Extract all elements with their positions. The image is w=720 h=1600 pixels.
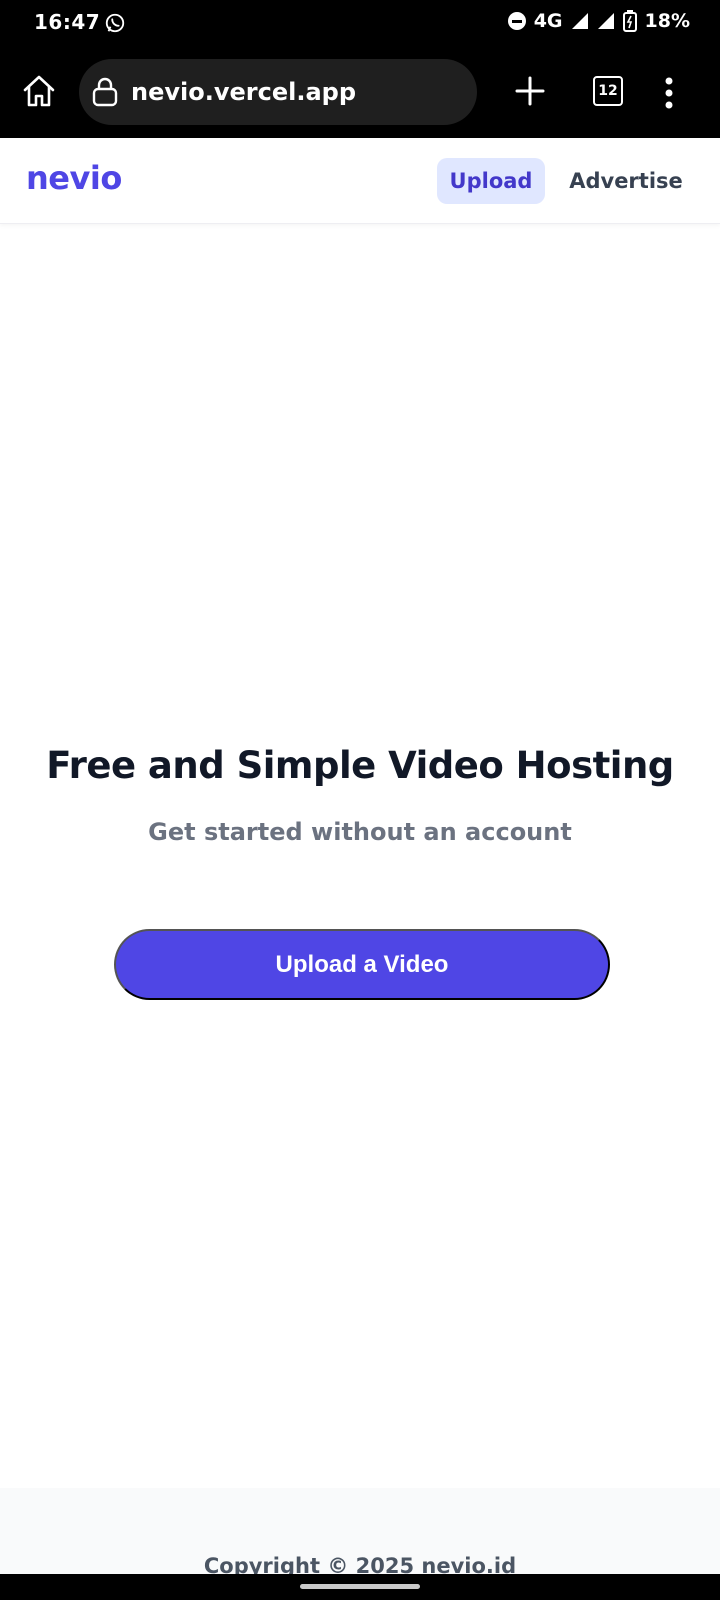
- tabs-icon[interactable]: 12: [593, 76, 623, 106]
- hero-subtitle: Get started without an account: [148, 818, 572, 846]
- plus-icon[interactable]: [512, 73, 548, 109]
- hero-title: Free and Simple Video Hosting: [46, 744, 674, 787]
- whatsapp-icon: [105, 13, 125, 33]
- network-type: 4G: [533, 10, 563, 32]
- more-vert-icon[interactable]: [664, 76, 674, 110]
- gesture-handle[interactable]: [300, 1584, 420, 1589]
- url-text: nevio.vercel.app: [131, 78, 356, 106]
- lock-icon[interactable]: [91, 77, 119, 107]
- signal-icon: [571, 13, 588, 29]
- nav-advertise-link[interactable]: Advertise: [566, 158, 686, 204]
- upload-video-button[interactable]: Upload a Video: [114, 929, 610, 1000]
- status-time: 16:47: [34, 10, 101, 34]
- nav-upload-link[interactable]: Upload: [437, 158, 545, 204]
- dnd-icon: [507, 12, 526, 30]
- address-bar[interactable]: nevio.vercel.app: [79, 59, 477, 125]
- system-nav-bar: [0, 1574, 720, 1600]
- tab-count: 12: [598, 83, 618, 99]
- site-header: nevio Upload Advertise: [0, 138, 720, 224]
- status-bar: 16:47 4G 18%: [0, 0, 720, 46]
- battery-icon: [622, 10, 637, 32]
- home-icon[interactable]: [20, 72, 58, 110]
- signal-icon: [597, 13, 614, 29]
- site-logo[interactable]: nevio: [26, 159, 122, 197]
- battery-level: 18%: [644, 10, 690, 32]
- site-footer: Copyright © 2025 nevio.id: [0, 1488, 720, 1578]
- browser-toolbar: nevio.vercel.app 12: [0, 46, 720, 138]
